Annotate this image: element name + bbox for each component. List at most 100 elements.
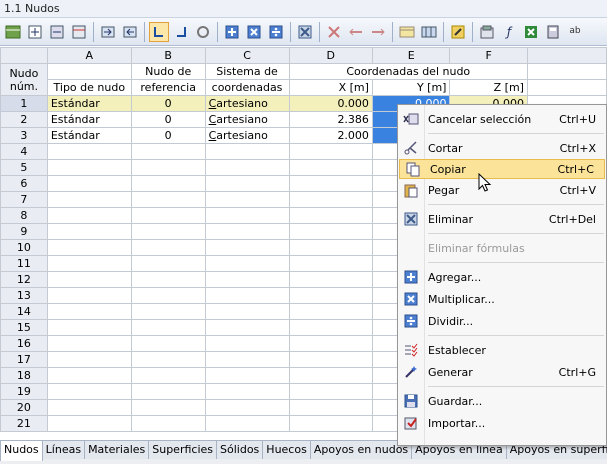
column-letter-c[interactable]: C bbox=[204, 47, 290, 64]
cell-tipo[interactable]: Estándar bbox=[46, 127, 132, 144]
add-icon[interactable] bbox=[222, 22, 242, 42]
cell-nudo-ref[interactable] bbox=[130, 143, 206, 160]
row-number[interactable]: 4 bbox=[0, 143, 48, 160]
edit-icon[interactable] bbox=[448, 22, 468, 42]
table-edit-icon[interactable] bbox=[3, 22, 23, 42]
cell-x[interactable] bbox=[288, 367, 373, 384]
cell-nudo-ref[interactable] bbox=[130, 351, 206, 368]
cell-sistema[interactable] bbox=[204, 239, 290, 256]
menu-item-cancelar-seleccion[interactable]: Cancelar selección Ctrl+U bbox=[398, 108, 606, 130]
cell-x[interactable] bbox=[288, 399, 373, 416]
delete-rows-icon[interactable] bbox=[47, 22, 67, 42]
properties-icon[interactable] bbox=[477, 22, 497, 42]
cell-nudo-ref[interactable] bbox=[130, 239, 206, 256]
column-letter-b[interactable]: B bbox=[130, 47, 206, 64]
row-number[interactable]: 9 bbox=[0, 223, 48, 240]
cell-sistema[interactable] bbox=[204, 319, 290, 336]
cell-tipo[interactable]: Estándar bbox=[46, 95, 132, 112]
cell-x[interactable] bbox=[288, 287, 373, 304]
tab-5[interactable]: Huecos bbox=[263, 441, 311, 459]
cell-tipo[interactable] bbox=[46, 383, 132, 400]
cell-tipo[interactable] bbox=[46, 303, 132, 320]
cell-nudo-ref[interactable] bbox=[130, 287, 206, 304]
cell-nudo-ref[interactable] bbox=[130, 335, 206, 352]
formula-icon[interactable]: ƒ bbox=[499, 22, 519, 42]
menu-item-eliminar[interactable]: Eliminar Ctrl+Del bbox=[398, 208, 606, 230]
cell-tipo[interactable] bbox=[46, 271, 132, 288]
cell-sistema[interactable] bbox=[204, 351, 290, 368]
row-number[interactable]: 3 bbox=[0, 127, 48, 144]
cell-x[interactable] bbox=[288, 239, 373, 256]
cell-tipo[interactable] bbox=[46, 335, 132, 352]
cell-nudo-ref[interactable] bbox=[130, 191, 206, 208]
excel-icon[interactable] bbox=[521, 22, 541, 42]
row-number[interactable]: 16 bbox=[0, 335, 48, 352]
row-number[interactable]: 2 bbox=[0, 111, 48, 128]
cell-nudo-ref[interactable] bbox=[130, 367, 206, 384]
cut-icon[interactable] bbox=[324, 22, 344, 42]
cell-nudo-ref[interactable] bbox=[130, 271, 206, 288]
cell-tipo[interactable] bbox=[46, 319, 132, 336]
text-icon[interactable]: ab bbox=[565, 22, 585, 42]
cell-nudo-ref[interactable]: 0 bbox=[130, 111, 206, 128]
menu-item-generar[interactable]: Generar Ctrl+G bbox=[398, 361, 606, 383]
row-number[interactable]: 7 bbox=[0, 191, 48, 208]
cell-nudo-ref[interactable] bbox=[130, 399, 206, 416]
row-number[interactable]: 13 bbox=[0, 287, 48, 304]
menu-item-multiplicar[interactable]: Multiplicar... bbox=[398, 288, 606, 310]
cell-nudo-ref[interactable] bbox=[130, 383, 206, 400]
cell-tipo[interactable] bbox=[46, 207, 132, 224]
cell-tipo[interactable] bbox=[46, 239, 132, 256]
menu-item-establecer[interactable]: Establecer bbox=[398, 339, 606, 361]
cell-sistema[interactable] bbox=[204, 383, 290, 400]
cell-sistema[interactable] bbox=[204, 335, 290, 352]
row-number[interactable]: 1 bbox=[0, 95, 48, 112]
row-number[interactable]: 15 bbox=[0, 319, 48, 336]
cell-nudo-ref[interactable] bbox=[130, 319, 206, 336]
menu-item-guardar[interactable]: Guardar... bbox=[398, 390, 606, 412]
menu-item-copiar[interactable]: Copiar Ctrl+C bbox=[399, 159, 605, 179]
cell-nudo-ref[interactable] bbox=[130, 207, 206, 224]
cell-x[interactable] bbox=[288, 143, 373, 160]
cell-tipo[interactable] bbox=[46, 175, 132, 192]
menu-item-importar[interactable]: Importar... bbox=[398, 412, 606, 434]
calculator-icon[interactable] bbox=[543, 22, 563, 42]
cell-sistema[interactable]: Cartesiano bbox=[204, 127, 290, 144]
cell-sistema[interactable] bbox=[204, 415, 290, 432]
tab-2[interactable]: Materiales bbox=[85, 441, 150, 459]
menu-item-cortar[interactable]: Cortar Ctrl+X bbox=[398, 137, 606, 159]
cell-x[interactable] bbox=[288, 191, 373, 208]
refresh-icon[interactable] bbox=[193, 22, 213, 42]
cell-x[interactable] bbox=[288, 271, 373, 288]
row-number[interactable]: 17 bbox=[0, 351, 48, 368]
tab-4[interactable]: Sólidos bbox=[217, 441, 264, 459]
multiply-icon[interactable] bbox=[244, 22, 264, 42]
cell-sistema[interactable] bbox=[204, 175, 290, 192]
cell-tipo[interactable] bbox=[46, 143, 132, 160]
redo-icon[interactable] bbox=[171, 22, 191, 42]
cell-sistema[interactable] bbox=[204, 255, 290, 272]
cell-sistema[interactable] bbox=[204, 399, 290, 416]
cell-tipo[interactable] bbox=[46, 255, 132, 272]
row-number[interactable]: 5 bbox=[0, 159, 48, 176]
cell-tipo[interactable] bbox=[46, 223, 132, 240]
rows-icon[interactable] bbox=[419, 22, 439, 42]
cell-sistema[interactable] bbox=[204, 191, 290, 208]
row-number[interactable]: 10 bbox=[0, 239, 48, 256]
row-number[interactable]: 6 bbox=[0, 175, 48, 192]
cell-sistema[interactable] bbox=[204, 303, 290, 320]
row-number[interactable]: 8 bbox=[0, 207, 48, 224]
menu-item-agregar[interactable]: Agregar... bbox=[398, 266, 606, 288]
column-letter-e[interactable]: E bbox=[371, 47, 451, 64]
cell-x[interactable] bbox=[288, 255, 373, 272]
cell-nudo-ref[interactable] bbox=[130, 159, 206, 176]
column-letter-a[interactable]: A bbox=[46, 47, 132, 64]
cell-nudo-ref[interactable]: 0 bbox=[130, 127, 206, 144]
cell-x[interactable]: 2.386 bbox=[288, 111, 373, 128]
cell-tipo[interactable]: Estándar bbox=[46, 111, 132, 128]
cell-x[interactable] bbox=[288, 159, 373, 176]
cell-nudo-ref[interactable]: 0 bbox=[130, 95, 206, 112]
cell-x[interactable] bbox=[288, 335, 373, 352]
cell-nudo-ref[interactable] bbox=[130, 303, 206, 320]
cell-sistema[interactable]: Cartesiano bbox=[204, 95, 290, 112]
